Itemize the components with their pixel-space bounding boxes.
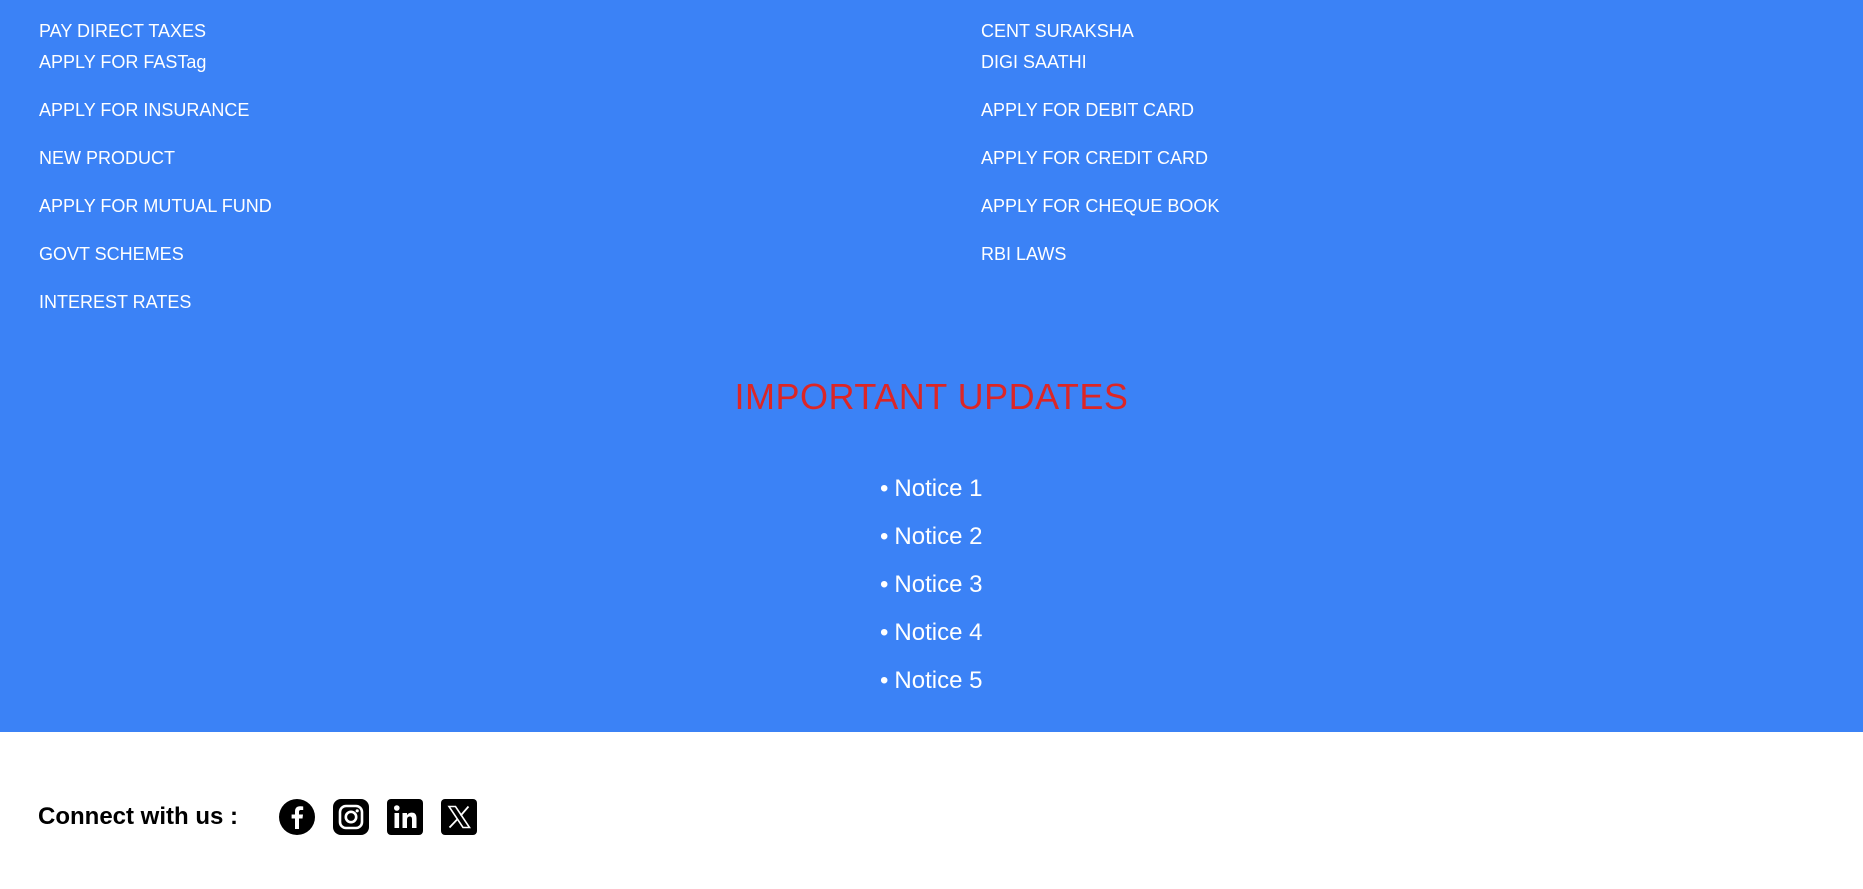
notice-label: Notice 5 xyxy=(894,667,983,694)
link-apply-for-debit-card[interactable]: APPLY FOR DEBIT CARD xyxy=(981,79,1219,127)
notice-item[interactable]: • Notice 1 xyxy=(880,465,982,513)
connect-label: Connect with us : xyxy=(38,803,238,830)
bullet-icon: • xyxy=(880,475,889,502)
link-rbi-laws[interactable]: RBI LAWS xyxy=(981,223,1219,271)
notice-label: Notice 3 xyxy=(894,571,983,598)
bullet-icon: • xyxy=(880,523,889,550)
link-apply-for-fastag[interactable]: APPLY FOR FASTag xyxy=(39,31,272,79)
bullet-icon: • xyxy=(880,667,889,694)
notice-label: Notice 4 xyxy=(894,619,983,646)
quick-links-left-column: PAY DIRECT TAXES APPLY FOR FASTag APPLY … xyxy=(39,0,272,319)
important-updates-heading: IMPORTANT UPDATES xyxy=(734,376,1129,417)
link-pay-direct-taxes[interactable]: PAY DIRECT TAXES xyxy=(39,0,272,41)
link-apply-for-credit-card[interactable]: APPLY FOR CREDIT CARD xyxy=(981,127,1219,175)
notice-item[interactable]: • Notice 3 xyxy=(880,561,982,609)
link-apply-for-cheque-book[interactable]: APPLY FOR CHEQUE BOOK xyxy=(981,175,1219,223)
notice-list: • Notice 1 • Notice 2 • Notice 3 • Notice 4 … xyxy=(880,465,982,705)
link-govt-schemes[interactable]: GOVT SCHEMES xyxy=(39,223,272,271)
bullet-icon: • xyxy=(880,571,889,598)
instagram-icon[interactable] xyxy=(332,798,370,836)
connect-with-us: Connect with us : xyxy=(38,795,494,839)
notice-label: Notice 1 xyxy=(894,475,983,502)
link-cent-suraksha[interactable]: CENT SURAKSHA xyxy=(981,0,1219,41)
notice-label: Notice 2 xyxy=(894,523,983,550)
linkedin-icon[interactable] xyxy=(386,798,424,836)
quick-links-section: PAY DIRECT TAXES APPLY FOR FASTag APPLY … xyxy=(0,0,1863,732)
notice-item[interactable]: • Notice 2 xyxy=(880,513,982,561)
link-interest-rates[interactable]: INTEREST RATES xyxy=(39,271,272,319)
facebook-icon[interactable] xyxy=(278,798,316,836)
link-apply-for-insurance[interactable]: APPLY FOR INSURANCE xyxy=(39,79,272,127)
notice-item[interactable]: • Notice 4 xyxy=(880,609,982,657)
link-apply-for-mutual-fund[interactable]: APPLY FOR MUTUAL FUND xyxy=(39,175,272,223)
notice-item[interactable]: • Notice 5 xyxy=(880,657,982,705)
link-new-product[interactable]: NEW PRODUCT xyxy=(39,127,272,175)
quick-links-right-column: CENT SURAKSHA DIGI SAATHI APPLY FOR DEBI… xyxy=(981,0,1219,271)
x-twitter-icon[interactable] xyxy=(440,798,478,836)
bullet-icon: • xyxy=(880,619,889,646)
